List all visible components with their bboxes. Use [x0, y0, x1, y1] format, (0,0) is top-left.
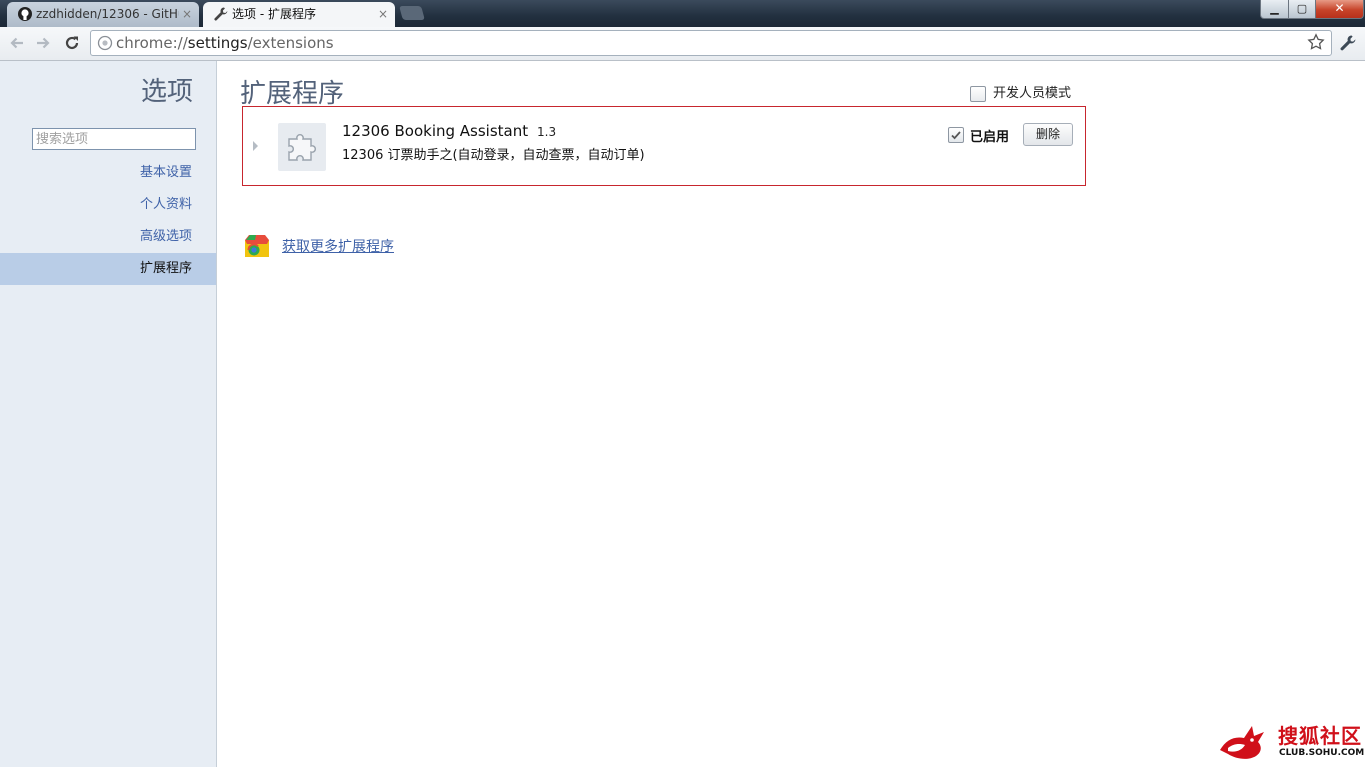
- back-arrow-icon[interactable]: [8, 34, 26, 52]
- close-window-button[interactable]: ✕: [1315, 0, 1364, 19]
- settings-sidebar: 选项 基本设置 个人资料 高级选项 扩展程序: [0, 61, 217, 767]
- wrench-icon: [214, 7, 228, 21]
- url-scheme: chrome://: [116, 34, 188, 52]
- puzzle-piece-icon: [288, 134, 316, 161]
- extension-description: 12306 订票助手之(自动登录，自动查票，自动订单): [342, 148, 645, 163]
- reload-icon[interactable]: [63, 34, 81, 52]
- developer-mode-checkbox[interactable]: [970, 86, 986, 102]
- url-host: settings: [187, 34, 248, 52]
- sidebar-item-advanced[interactable]: 高级选项: [0, 221, 216, 253]
- sidebar-item-basics[interactable]: 基本设置: [0, 157, 216, 189]
- minimize-button[interactable]: ▁: [1260, 0, 1289, 19]
- tab-close-button[interactable]: ×: [378, 2, 388, 26]
- sidebar-item-extensions[interactable]: 扩展程序: [0, 253, 216, 285]
- url-path: /extensions: [247, 34, 334, 52]
- enabled-checkbox[interactable]: [948, 127, 964, 143]
- fox-logo-icon: [1220, 726, 1264, 759]
- address-bar[interactable]: chrome://settings/extensions: [90, 30, 1332, 56]
- forward-arrow-icon[interactable]: [34, 34, 52, 52]
- maximize-button[interactable]: ▢: [1288, 0, 1316, 19]
- close-icon: ✕: [1334, 1, 1345, 15]
- extension-version: 1.3: [537, 125, 557, 139]
- star-icon[interactable]: [1307, 33, 1325, 51]
- extension-item: 12306 Booking Assistant 1.3 12306 订票助手之(…: [242, 106, 1086, 186]
- wrench-icon[interactable]: [1339, 34, 1357, 52]
- new-tab-button[interactable]: [399, 6, 425, 20]
- tab-github[interactable]: zzdhidden/12306 - GitHu ×: [7, 2, 199, 27]
- tab-title: 选项 - 扩展程序: [232, 7, 316, 21]
- developer-mode-label: 开发人员模式: [993, 86, 1072, 101]
- search-input[interactable]: [32, 128, 196, 150]
- tab-close-button[interactable]: ×: [182, 2, 192, 26]
- enabled-label: 已启用: [970, 130, 1010, 145]
- maximize-icon: ▢: [1296, 2, 1308, 15]
- web-store-icon: [245, 235, 269, 257]
- tab-title: zzdhidden/12306 - GitHu: [36, 7, 179, 21]
- remove-button[interactable]: 删除: [1023, 123, 1073, 146]
- extensions-page: 扩展程序 开发人员模式 12306 Booking Assistant 1.3 …: [217, 61, 1365, 767]
- window-titlebar: zzdhidden/12306 - GitHu × 选项 - 扩展程序 × ▁ …: [0, 0, 1365, 27]
- watermark-subtitle: CLUB.SOHU.COM: [1279, 748, 1365, 758]
- github-icon: [18, 7, 32, 21]
- sidebar-item-personal[interactable]: 个人资料: [0, 189, 216, 221]
- extension-icon: [278, 123, 326, 171]
- address-url: chrome://settings/extensions: [116, 31, 334, 55]
- watermark-title: 搜狐社区: [1278, 724, 1362, 748]
- sohu-club-watermark: 搜狐社区 CLUB.SOHU.COM: [1216, 720, 1365, 762]
- sidebar-nav: 基本设置 个人资料 高级选项 扩展程序: [0, 157, 216, 285]
- sidebar-title: 选项: [140, 77, 193, 107]
- extension-name: 12306 Booking Assistant: [342, 122, 529, 140]
- page-title: 扩展程序: [240, 79, 345, 109]
- browser-toolbar: chrome://settings/extensions: [0, 27, 1365, 61]
- checkmark-icon: [951, 131, 961, 140]
- minimize-icon: ▁: [1270, 2, 1279, 15]
- expand-arrow-icon[interactable]: [253, 141, 258, 151]
- tab-extensions[interactable]: 选项 - 扩展程序 ×: [203, 2, 395, 27]
- page-info-icon: [97, 35, 113, 51]
- get-more-extensions-link[interactable]: 获取更多扩展程序: [282, 236, 394, 256]
